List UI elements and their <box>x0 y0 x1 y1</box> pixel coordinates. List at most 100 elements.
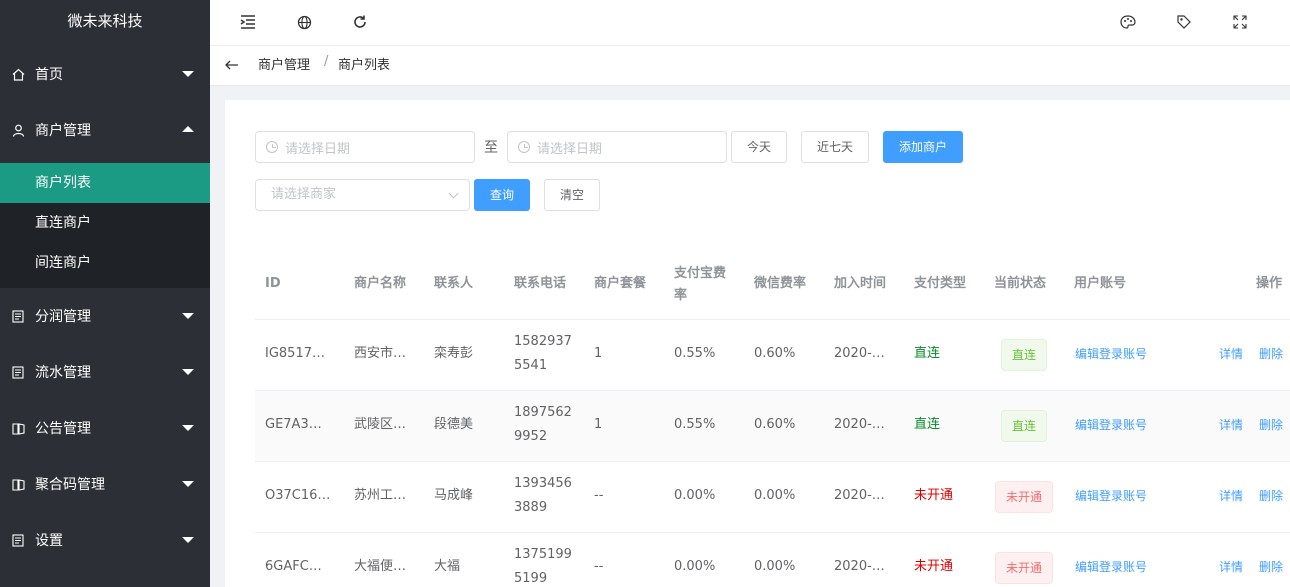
merchant-submenu: 商户列表 直连商户 间连商户 <box>0 163 210 288</box>
merchant-select[interactable]: 请选择商家 <box>255 179 470 211</box>
sidebar-item-merchant-list[interactable]: 商户列表 <box>0 163 210 203</box>
sidebar-item-indirect-merchants[interactable]: 间连商户 <box>0 243 210 283</box>
sidebar-item-label: 公告管理 <box>35 421 91 437</box>
status-badge: 直连 <box>1001 410 1047 442</box>
cell-join-time: 2020-… <box>834 488 885 503</box>
chevron-down-icon <box>182 313 194 319</box>
end-date-picker[interactable]: 请选择日期 <box>507 131 727 163</box>
cell-id: IG8517… <box>265 346 325 361</box>
end-date-placeholder: 请选择日期 <box>537 141 603 157</box>
chevron-down-icon <box>448 188 459 199</box>
sidebar-item-aggregate-code[interactable]: 聚合码管理 <box>0 456 210 512</box>
chevron-up-icon <box>182 126 194 132</box>
top-navbar <box>210 0 1290 46</box>
cell-join-time: 2020-… <box>834 417 885 432</box>
cell-phone-line2: 5199 <box>514 571 548 586</box>
detail-link[interactable]: 详情 <box>1219 345 1243 362</box>
add-merchant-button[interactable]: 添加商户 <box>883 131 963 163</box>
fullscreen-icon[interactable] <box>1231 13 1249 31</box>
cell-phone-line2: 3889 <box>514 500 548 515</box>
delete-link[interactable]: 删除 <box>1259 345 1283 362</box>
cell-alipay-rate: 0.00% <box>674 488 716 503</box>
sidebar-item-announcements[interactable]: 公告管理 <box>0 400 210 456</box>
cell-id: GE7A3… <box>265 417 322 432</box>
column-header-payment-type: 支付类型 <box>914 276 967 291</box>
column-header-actions: 操作 <box>1256 276 1283 291</box>
cell-package: -- <box>594 559 604 574</box>
sidebar-item-transactions[interactable]: 流水管理 <box>0 344 210 400</box>
sidebar-item-merchant-management[interactable]: 商户管理 <box>0 102 210 158</box>
sidebar-item-home[interactable]: 首页 <box>0 46 210 102</box>
status-badge: 未开通 <box>995 552 1053 584</box>
cell-id: 6GAFC… <box>265 559 322 574</box>
sidebar-item-label: 设置 <box>35 533 63 549</box>
cell-merchant-name: 武陵区… <box>354 417 407 432</box>
sidebar: 微未来科技 首页 商户管理 商户列表 直连商户 间连商户 分润管理 流水管理 公… <box>0 0 210 587</box>
detail-link[interactable]: 详情 <box>1219 558 1243 575</box>
detail-link[interactable]: 详情 <box>1219 487 1243 504</box>
edit-login-account-link[interactable]: 编辑登录账号 <box>1075 558 1147 575</box>
cell-phone-line2: 9952 <box>514 429 548 444</box>
column-header-user-account: 用户账号 <box>1074 276 1127 291</box>
globe-icon[interactable] <box>295 13 313 31</box>
cell-wechat-rate: 0.60% <box>754 417 796 432</box>
date-range-separator: 至 <box>484 140 498 156</box>
sidebar-item-settings[interactable]: 设置 <box>0 512 210 568</box>
table-row: GE7A3… 武陵区… 段德美 1897562 9952 1 0.55% 0.6… <box>255 391 1290 462</box>
cell-phone-line1: 1393456 <box>514 476 572 491</box>
sidebar-item-profit-sharing[interactable]: 分润管理 <box>0 288 210 344</box>
cell-id: O37C16… <box>265 488 331 503</box>
delete-link[interactable]: 删除 <box>1259 416 1283 433</box>
delete-link[interactable]: 删除 <box>1259 558 1283 575</box>
merchant-select-placeholder: 请选择商家 <box>271 187 337 202</box>
status-badge: 未开通 <box>995 481 1053 513</box>
detail-link[interactable]: 详情 <box>1219 416 1243 433</box>
back-arrow-icon[interactable] <box>224 57 240 73</box>
menu-fold-icon[interactable] <box>239 13 257 31</box>
chevron-down-icon <box>182 537 194 543</box>
cell-wechat-rate: 0.00% <box>754 559 796 574</box>
chevron-down-icon <box>182 369 194 375</box>
delete-link[interactable]: 删除 <box>1259 487 1283 504</box>
column-header-id: ID <box>265 276 281 291</box>
column-header-contact: 联系人 <box>434 276 474 291</box>
column-header-join-time: 加入时间 <box>834 276 887 291</box>
sidebar-item-label: 流水管理 <box>35 365 91 381</box>
breadcrumb-merchant-management[interactable]: 商户管理 <box>258 54 310 73</box>
palette-icon[interactable] <box>1119 13 1137 31</box>
column-header-alipay-rate: 支付宝费率 <box>674 266 727 303</box>
sidebar-item-label: 首页 <box>35 67 63 83</box>
cell-phone-line2: 5541 <box>514 358 548 373</box>
cell-package: 1 <box>594 346 603 361</box>
sidebar-item-direct-merchants[interactable]: 直连商户 <box>0 203 210 243</box>
cell-phone-line1: 1897562 <box>514 405 572 420</box>
clear-button[interactable]: 清空 <box>544 179 600 211</box>
clock-icon <box>266 141 278 153</box>
last-seven-days-button[interactable]: 近七天 <box>801 131 869 163</box>
edit-login-account-link[interactable]: 编辑登录账号 <box>1075 345 1147 362</box>
notice-icon <box>11 477 25 491</box>
cell-wechat-rate: 0.60% <box>754 346 796 361</box>
cell-join-time: 2020-… <box>834 559 885 574</box>
table-row: O37C16… 苏州工… 马成峰 1393456 3889 -- 0.00% 0… <box>255 462 1290 533</box>
chevron-down-icon <box>182 425 194 431</box>
refresh-icon[interactable] <box>351 13 369 31</box>
edit-login-account-link[interactable]: 编辑登录账号 <box>1075 416 1147 433</box>
cell-payment-type: 直连 <box>914 417 941 432</box>
document-icon <box>11 533 25 547</box>
tag-icon[interactable] <box>1175 13 1193 31</box>
table-row: 6GAFC… 大福便… 大福 1375199 5199 -- 0.00% 0.0… <box>255 533 1290 587</box>
start-date-picker[interactable]: 请选择日期 <box>255 131 475 163</box>
query-button[interactable]: 查询 <box>474 179 530 211</box>
column-header-status: 当前状态 <box>994 276 1047 291</box>
breadcrumb: 商户管理 / 商户列表 <box>210 46 1290 86</box>
app-logo-title: 微未来科技 <box>67 12 143 30</box>
today-button[interactable]: 今天 <box>731 131 787 163</box>
cell-payment-type: 直连 <box>914 346 941 361</box>
main-content: 请选择日期 至 请选择日期 今天 近七天 添加商户 请选择商家 查询 清空 ID… <box>225 100 1290 587</box>
edit-login-account-link[interactable]: 编辑登录账号 <box>1075 487 1147 504</box>
cell-phone-line1: 1375199 <box>514 547 572 562</box>
cell-payment-type: 未开通 <box>914 488 954 503</box>
cell-contact: 栾寿彭 <box>434 346 474 361</box>
chevron-down-icon <box>182 481 194 487</box>
